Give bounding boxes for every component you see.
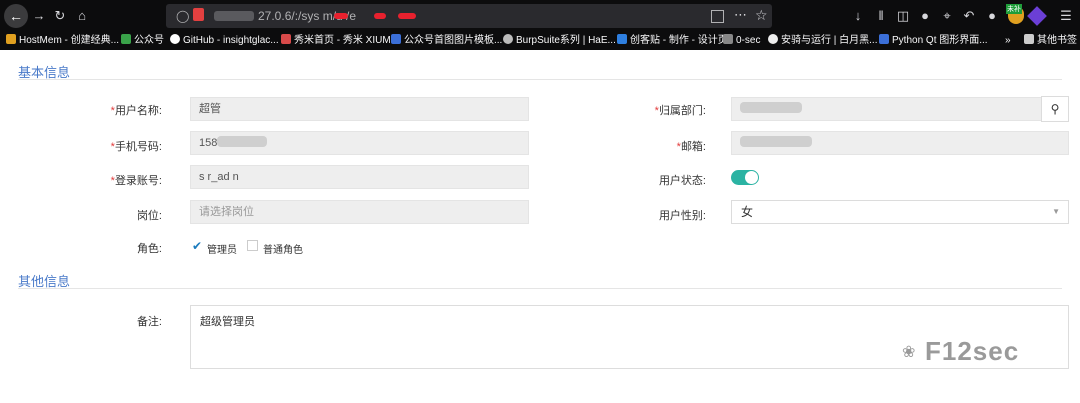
wechat-icon: ❀ — [902, 344, 916, 361]
redaction — [217, 136, 268, 147]
account-label: *登录账号: — [110, 175, 162, 187]
folder-icon — [1024, 34, 1034, 44]
lock-icon[interactable] — [193, 8, 204, 21]
dept-label: *归属部门: — [654, 105, 706, 117]
qr-icon[interactable] — [711, 10, 724, 23]
url-redaction — [374, 13, 386, 19]
status-toggle[interactable] — [731, 170, 759, 185]
divider — [18, 79, 1062, 80]
url-redaction — [334, 13, 348, 19]
bookmark-item[interactable]: 0-sec — [723, 34, 760, 48]
extension-icon[interactable] — [1027, 6, 1047, 26]
username-label: *用户名称: — [110, 105, 162, 117]
extension-badge: 未补 — [1006, 4, 1022, 14]
phone-input[interactable]: 158 — [190, 131, 529, 155]
download-icon[interactable]: ↓ — [850, 8, 866, 24]
more-icon[interactable]: ⋯ — [734, 7, 747, 23]
star-icon[interactable]: ☆ — [755, 7, 768, 24]
bookmark-item[interactable]: 秀米首页 - 秀米 XIUMI — [281, 34, 393, 48]
browser-toolbar: ← → ↻ ⌂ ◯ 27.0.6/:/sys m/u /e ⋯ ☆ ↓ ‖ ◫ … — [0, 0, 1080, 32]
watermark: F12sec — [925, 336, 1020, 366]
email-input[interactable] — [731, 131, 1069, 155]
username-input[interactable]: 超管 — [190, 97, 529, 121]
role-checkbox-admin[interactable]: ✔ — [191, 239, 203, 253]
status-label: 用户状态: — [658, 175, 706, 187]
back-icon[interactable]: ← — [4, 4, 28, 28]
globe-icon — [503, 34, 513, 44]
bookmark-folder[interactable]: 其他书签 — [1024, 34, 1077, 48]
github-icon — [170, 34, 180, 44]
crop-icon[interactable]: ⌖ — [939, 8, 955, 24]
bookmarks-bar: HostMem - 创建经典... 公众号 GitHub - insightgl… — [0, 32, 1080, 50]
role-label-admin: 管理员 — [207, 245, 237, 256]
bookmark-icon — [879, 34, 889, 44]
role-checkbox-normal[interactable] — [247, 240, 258, 251]
role-label: 角色: — [136, 243, 162, 255]
url-redaction — [214, 11, 254, 21]
bookmark-icon — [6, 34, 16, 44]
bookmark-icon — [281, 34, 291, 44]
bookmark-item[interactable]: 公众号 — [121, 34, 164, 48]
bookmark-item[interactable]: BurpSuite系列 | HaE... — [503, 34, 616, 48]
redaction — [740, 102, 802, 113]
undo-icon[interactable]: ↶ — [961, 8, 977, 24]
extension-icon[interactable]: ● — [984, 8, 1000, 24]
email-label: *邮箱: — [676, 141, 706, 153]
remark-label: 备注: — [136, 316, 162, 328]
account-icon[interactable]: ● — [917, 8, 933, 24]
gender-select[interactable]: 女 ▼ — [731, 200, 1069, 224]
toggle-knob — [745, 171, 758, 184]
bookmarks-overflow-icon[interactable]: » — [1005, 34, 1011, 48]
post-label: 岗位: — [136, 210, 162, 222]
caret-down-icon: ▼ — [1052, 207, 1060, 216]
bookmark-icon — [121, 34, 131, 44]
redaction — [740, 136, 812, 147]
search-icon: ⚲ — [1050, 102, 1060, 116]
bookmark-icon — [391, 34, 401, 44]
account-input[interactable]: s r_ad n — [190, 165, 529, 189]
sidebar-icon[interactable]: ◫ — [895, 8, 911, 24]
bookmark-item[interactable]: 创客贴 - 制作 - 设计页 — [617, 34, 728, 48]
shield-icon[interactable]: ◯ — [176, 9, 189, 23]
reload-icon[interactable]: ↻ — [52, 8, 68, 24]
bookmark-item[interactable]: 安骑与运行 | 白月黑... — [768, 34, 878, 48]
home-icon[interactable]: ⌂ — [74, 8, 90, 24]
bookmark-item[interactable]: GitHub - insightglac... — [170, 34, 279, 48]
bookmark-item[interactable]: Python Qt 图形界面... — [879, 34, 988, 48]
url-redaction — [398, 13, 416, 19]
bookmark-icon — [723, 34, 733, 44]
forward-icon[interactable]: → — [31, 8, 47, 24]
library-icon[interactable]: ‖ — [873, 8, 889, 24]
dept-input[interactable] — [731, 97, 1042, 121]
menu-icon[interactable]: ☰ — [1058, 8, 1074, 24]
bookmark-icon — [768, 34, 778, 44]
bookmark-item[interactable]: 公众号首图图片模板... — [391, 34, 502, 48]
bookmark-item[interactable]: HostMem - 创建经典... — [6, 34, 119, 48]
post-select[interactable]: 请选择岗位 — [190, 200, 529, 224]
address-bar[interactable]: ◯ 27.0.6/:/sys m/u /e ⋯ ☆ — [166, 4, 772, 28]
role-label-normal: 普通角色 — [263, 245, 303, 256]
divider — [18, 288, 1062, 289]
check-icon: ✔ — [192, 239, 203, 253]
phone-label: *手机号码: — [110, 141, 162, 153]
gender-label: 用户性别: — [658, 210, 706, 222]
bookmark-icon — [617, 34, 627, 44]
dept-search-button[interactable]: ⚲ — [1041, 96, 1069, 122]
